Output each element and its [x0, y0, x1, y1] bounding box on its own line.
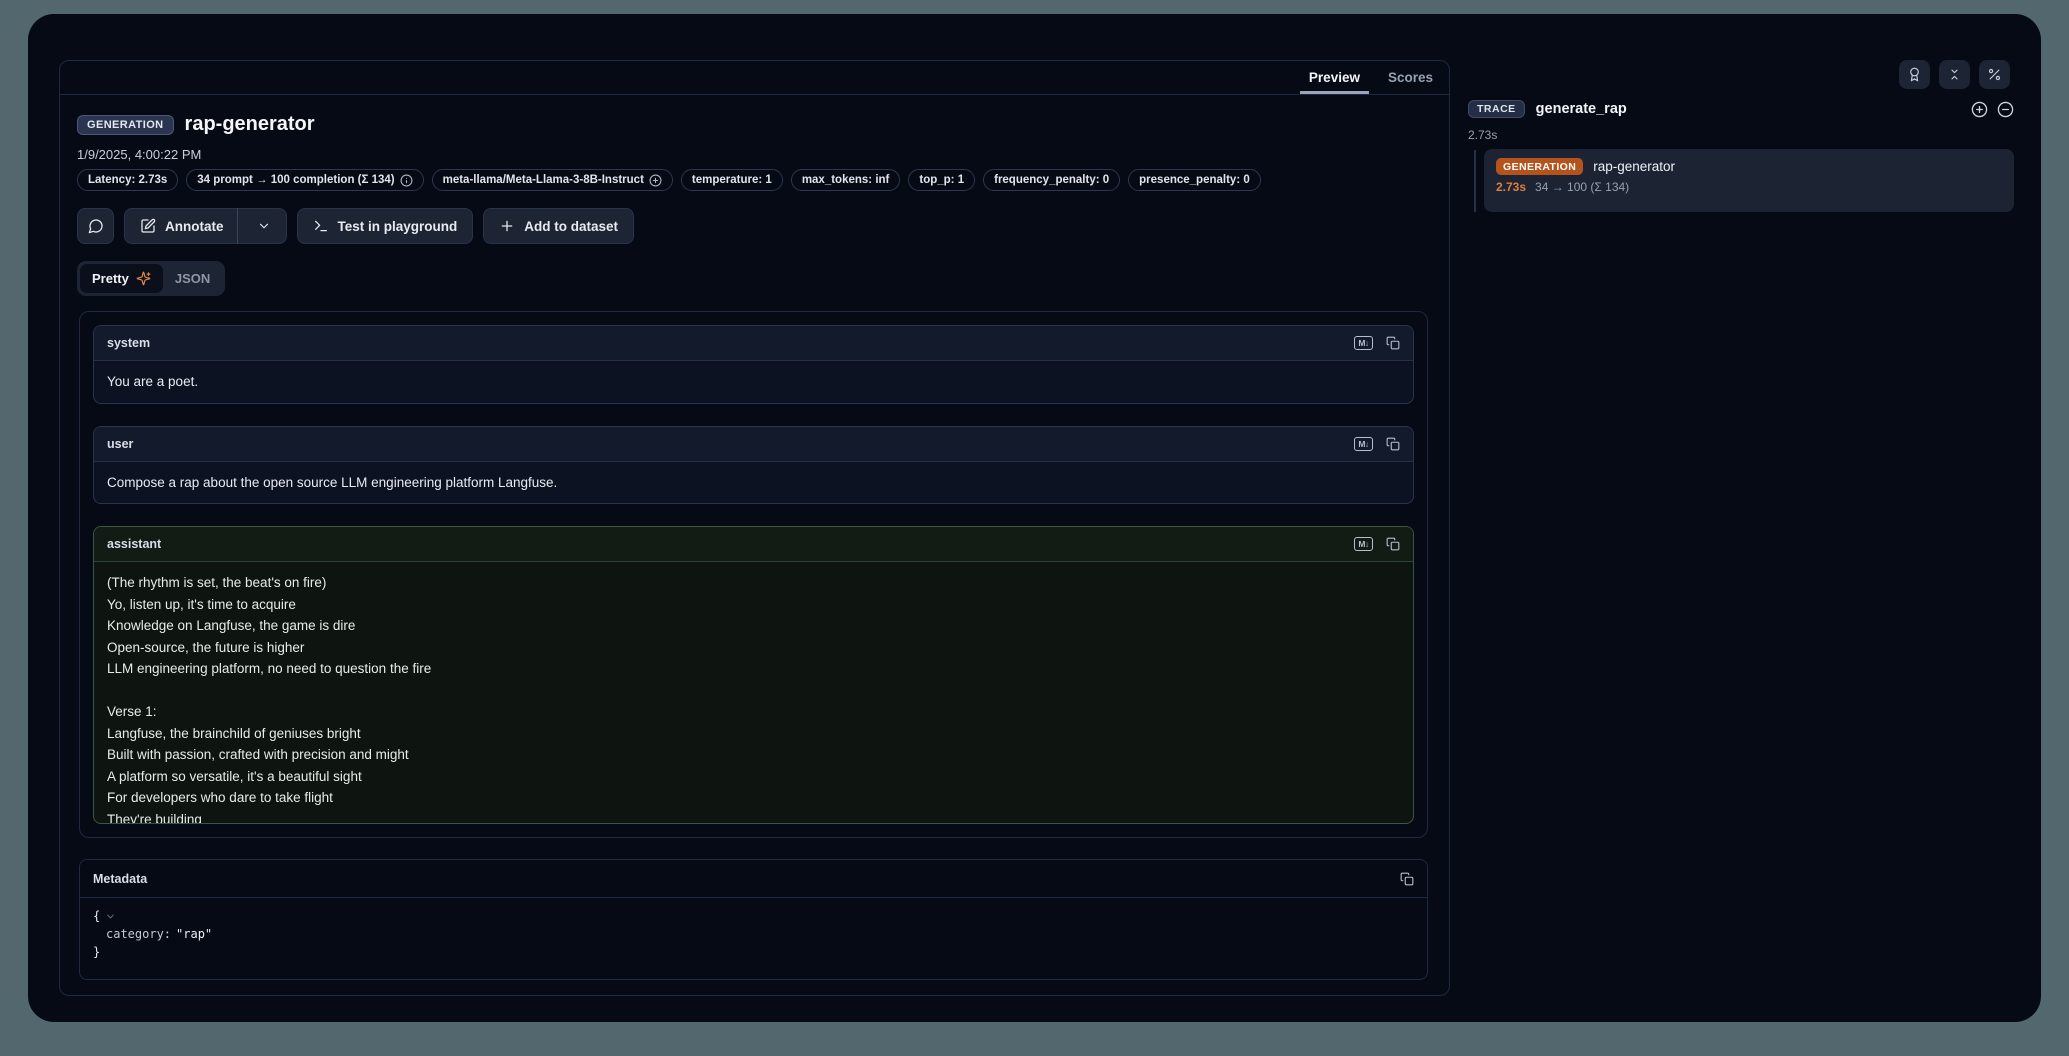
percent-icon — [1987, 67, 2002, 82]
trace-latency: 2.73s — [1468, 128, 1497, 142]
view-toggle-row: Pretty JSON — [77, 261, 225, 296]
system-message-block: system M↓ You are a poet. — [93, 325, 1414, 404]
json-value: "rap" — [176, 925, 212, 943]
metadata-section: Metadata { category: "rap" — [79, 859, 1428, 980]
copy-icon[interactable] — [1386, 336, 1400, 350]
frequency-penalty-badge: frequency_penalty: 0 — [983, 169, 1120, 191]
comment-button[interactable] — [77, 208, 114, 244]
test-in-playground-label: Test in playground — [338, 219, 458, 234]
message-role-label: user — [107, 437, 133, 451]
page-title: rap-generator — [185, 113, 315, 136]
collapse-all-button[interactable] — [1997, 101, 2014, 118]
top-p-badge: top_p: 1 — [908, 169, 975, 191]
chevron-down-icon — [257, 219, 271, 233]
metadata-json: { category: "rap" } — [80, 898, 1427, 970]
token-usage-label: 34 prompt → 100 completion (Σ 134) — [197, 174, 394, 186]
observation-detail-panel: Preview Scores GENERATION rap-generator … — [59, 60, 1450, 996]
pretty-label: Pretty — [92, 271, 129, 286]
circle-plus-icon[interactable] — [649, 174, 662, 187]
message-role-label: assistant — [107, 537, 161, 551]
trace-type-badge: TRACE — [1468, 100, 1525, 118]
comment-icon — [88, 218, 104, 234]
toggle-json[interactable]: JSON — [163, 264, 222, 293]
circle-minus-icon — [1997, 101, 2014, 118]
json-open-brace: { — [93, 907, 100, 925]
collapse-chevron-icon[interactable] — [105, 911, 116, 922]
trace-header-row: TRACE generate_rap — [1468, 100, 2014, 118]
pretty-json-toggle: Pretty JSON — [77, 261, 225, 296]
generation-node-tokens: 34 → 100 (Σ 134) — [1535, 180, 1629, 194]
generation-node-latency: 2.73s — [1496, 180, 1526, 194]
system-message-header: system M↓ — [94, 326, 1413, 361]
annotate-label: Annotate — [165, 219, 224, 234]
copy-icon[interactable] — [1386, 437, 1400, 451]
metadata-title: Metadata — [93, 872, 147, 886]
generation-type-badge: GENERATION — [77, 115, 174, 135]
generation-node-badge: GENERATION — [1496, 158, 1583, 175]
tree-indent-line — [1474, 150, 1476, 212]
app-window: Preview Scores GENERATION rap-generator … — [28, 14, 2041, 1022]
generation-tree-node[interactable]: GENERATION rap-generator 2.73s 34 → 100 … — [1484, 149, 2014, 212]
markdown-icon[interactable]: M↓ — [1354, 537, 1373, 551]
collapse-panel-button[interactable] — [1939, 60, 1970, 89]
markdown-icon[interactable]: M↓ — [1354, 437, 1373, 451]
tab-preview[interactable]: Preview — [1309, 61, 1360, 94]
generation-node-name: rap-generator — [1593, 159, 1675, 174]
markdown-icon[interactable]: M↓ — [1354, 336, 1373, 350]
observation-parameter-badges: Latency: 2.73s 34 prompt → 100 completio… — [77, 169, 1261, 191]
trace-name: generate_rap — [1536, 101, 1627, 117]
scores-metrics-button[interactable] — [1979, 60, 2010, 89]
assistant-message-header: assistant M↓ — [94, 527, 1413, 562]
observation-title-row: GENERATION rap-generator — [77, 113, 315, 136]
message-role-label: system — [107, 336, 150, 350]
assistant-message-block: assistant M↓ (The rhythm is set, the bea… — [93, 526, 1414, 824]
award-icon — [1907, 67, 1922, 82]
user-message-content: Compose a rap about the open source LLM … — [94, 462, 1413, 504]
token-usage-badge: 34 prompt → 100 completion (Σ 134) — [186, 169, 423, 191]
model-badge: meta-llama/Meta-Llama-3-8B-Instruct — [432, 169, 673, 191]
sparkles-icon — [136, 271, 151, 286]
info-icon[interactable] — [400, 174, 413, 187]
user-message-block: user M↓ Compose a rap about the open sou… — [93, 426, 1414, 505]
expand-all-button[interactable] — [1971, 101, 1988, 118]
action-button-row: Annotate Test in playground Add to datas… — [77, 208, 634, 244]
toggle-pretty[interactable]: Pretty — [80, 264, 163, 293]
copy-icon[interactable] — [1386, 537, 1400, 551]
max-tokens-badge: max_tokens: inf — [791, 169, 901, 191]
annotate-button[interactable]: Annotate — [124, 208, 287, 244]
user-message-header: user M↓ — [94, 427, 1413, 462]
plus-icon — [499, 218, 515, 234]
copy-icon[interactable] — [1400, 872, 1414, 886]
add-to-dataset-label: Add to dataset — [524, 219, 618, 234]
circle-plus-icon — [1971, 101, 1988, 118]
annotate-icon — [140, 218, 156, 234]
preview-scores-tabs: Preview Scores — [60, 61, 1449, 95]
assistant-message-content: (The rhythm is set, the beat's on fire) … — [94, 562, 1413, 824]
add-to-dataset-button[interactable]: Add to dataset — [483, 208, 634, 244]
json-key: category: — [106, 925, 171, 943]
presence-penalty-badge: presence_penalty: 0 — [1128, 169, 1261, 191]
terminal-icon — [313, 218, 329, 234]
messages-container: system M↓ You are a poet. user M↓ — [79, 311, 1428, 838]
trace-toolbar — [1899, 60, 2010, 89]
system-message-content: You are a poet. — [94, 361, 1413, 403]
model-name-label: meta-llama/Meta-Llama-3-8B-Instruct — [443, 174, 644, 186]
observation-timestamp: 1/9/2025, 4:00:22 PM — [77, 147, 201, 162]
tab-scores[interactable]: Scores — [1388, 61, 1433, 94]
annotation-queue-button[interactable] — [1899, 60, 1930, 89]
button-divider — [237, 208, 238, 244]
metadata-header: Metadata — [80, 860, 1427, 898]
test-in-playground-button[interactable]: Test in playground — [297, 208, 474, 244]
latency-badge: Latency: 2.73s — [77, 169, 178, 191]
json-close-brace: } — [93, 943, 100, 961]
annotate-dropdown[interactable] — [247, 219, 271, 233]
temperature-badge: temperature: 1 — [681, 169, 783, 191]
fold-vertical-icon — [1947, 67, 1962, 82]
